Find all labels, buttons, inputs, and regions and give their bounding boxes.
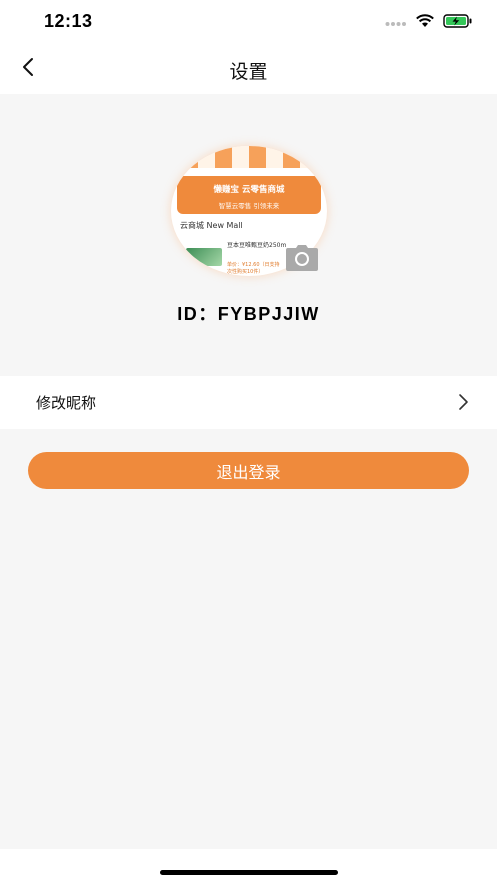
avatar-banner-subtitle: 智慧云零售 引领未来 [218,202,280,210]
status-bar: 12:13 [0,0,497,44]
avatar-awning [181,146,317,168]
logout-button[interactable]: 退出登录 [28,452,469,489]
avatar-mall-label: 云商城 New Mall [180,221,243,230]
page-title: 设置 [229,61,268,83]
wifi-icon [415,13,435,32]
avatar-banner: 懒赚宝 云零售商城 智慧云零售 引领未来 [177,176,321,214]
battery-charging-icon [443,13,473,32]
home-indicator [160,870,338,875]
avatar-product-price: 单价：¥12.60（日支持 次性购买10件） [227,262,280,276]
settings-item-label: 修改昵称 [36,394,97,412]
camera-icon[interactable] [285,244,319,272]
avatar-product-image [186,248,222,266]
avatar-banner-title: 懒赚宝 云零售商城 [213,185,285,195]
settings-item-edit-nickname[interactable]: 修改昵称 [0,376,497,429]
bottom-bar [0,849,497,883]
user-id: ID：FYBPJJIW [177,304,320,324]
nav-bar: 设置 [0,44,497,94]
status-time: 12:13 [44,11,93,31]
status-icons [385,13,473,32]
avatar-price-line1: 单价：¥12.60（日支持 [227,262,280,268]
avatar-product-name: 豆本豆唯甄豆奶250m [227,242,287,249]
signal-dots-icon [385,13,407,32]
chevron-right-icon [457,393,471,411]
avatar-price-line2: 次性购买10件） [227,269,264,275]
